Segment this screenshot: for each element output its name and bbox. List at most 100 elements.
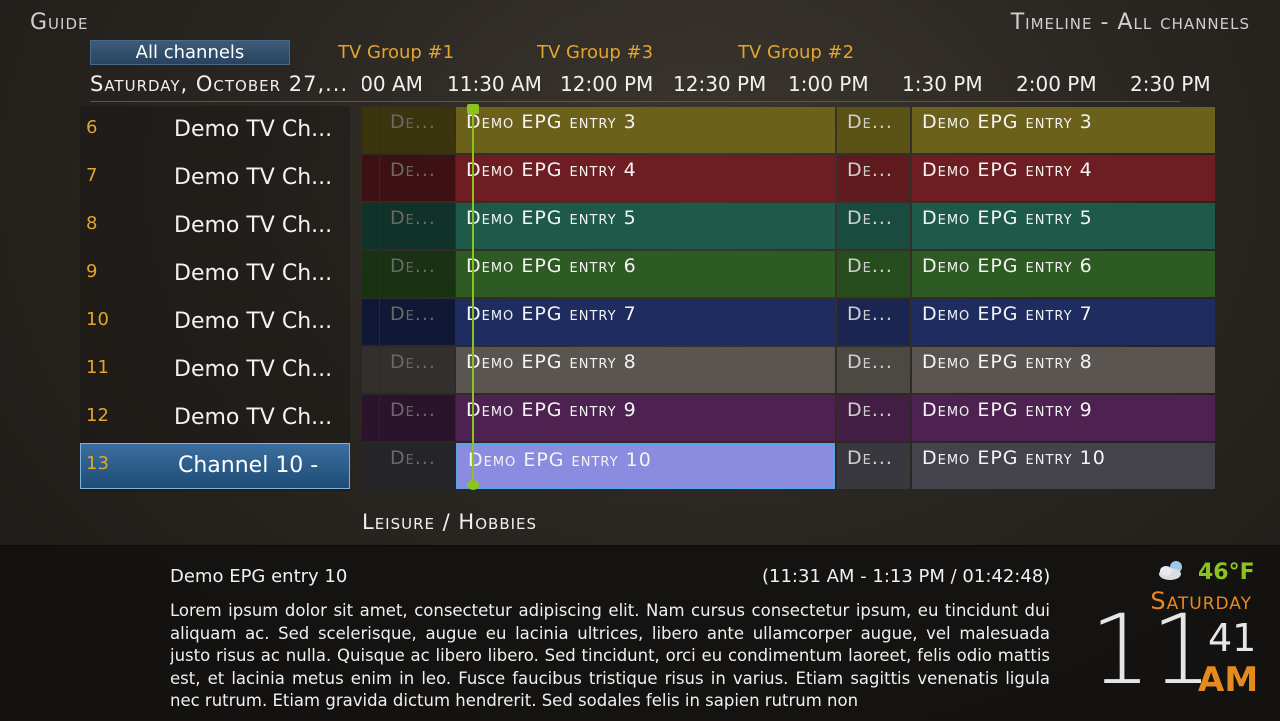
epg-row: De... Demo EPG entry 8 De... Demo EPG entry… xyxy=(362,347,1215,393)
epg-cell-title: De... xyxy=(847,111,893,133)
epg-cell[interactable] xyxy=(362,251,379,297)
channel-row[interactable]: 9 Demo TV Ch... xyxy=(80,251,350,297)
program-plot: Lorem ipsum dolor sit amet, consectetur … xyxy=(170,601,1050,710)
epg-cell[interactable]: De... xyxy=(380,107,455,153)
epg-cell[interactable]: De... xyxy=(837,443,910,489)
epg-cell-focused[interactable]: Demo EPG entry 10 xyxy=(456,443,835,489)
epg-cell-title: Demo EPG entry 3 xyxy=(922,111,1093,133)
channel-name: Demo TV Ch... xyxy=(174,117,333,142)
weather-temperature: 46°F xyxy=(1198,560,1255,585)
epg-cell-title: Demo EPG entry 7 xyxy=(466,303,637,325)
time-slot: 1:30 PM xyxy=(902,72,983,96)
time-slot: 2:00 PM xyxy=(1016,72,1097,96)
program-title: Demo EPG entry 10 xyxy=(170,566,348,587)
epg-cell[interactable]: De... xyxy=(380,203,455,249)
epg-cell-title: Demo EPG entry 5 xyxy=(466,207,637,229)
time-slot: 11:00 AM xyxy=(362,72,423,96)
group-label-2[interactable]: TV Group #2 xyxy=(738,42,854,63)
epg-cell-title: De... xyxy=(847,351,893,373)
group-label-1[interactable]: TV Group #1 xyxy=(338,42,454,63)
epg-cell[interactable]: Demo EPG entry 9 xyxy=(456,395,835,441)
guide-title: Guide xyxy=(30,10,89,35)
channel-name: Demo TV Ch... xyxy=(174,405,333,430)
channel-number: 8 xyxy=(86,213,98,234)
clock-ampm: AM xyxy=(1198,660,1259,700)
channel-row[interactable]: 11 Demo TV Ch... xyxy=(80,347,350,393)
epg-cell[interactable]: Demo EPG entry 6 xyxy=(456,251,835,297)
epg-cell[interactable] xyxy=(362,203,379,249)
epg-cell[interactable]: Demo EPG entry 9 xyxy=(912,395,1215,441)
epg-cell[interactable] xyxy=(362,107,379,153)
epg-cell-title: De... xyxy=(847,207,893,229)
epg-cell[interactable]: Demo EPG entry 7 xyxy=(912,299,1215,345)
epg-cell[interactable]: Demo EPG entry 4 xyxy=(456,155,835,201)
epg-cell[interactable]: Demo EPG entry 5 xyxy=(456,203,835,249)
epg-cell[interactable]: Demo EPG entry 8 xyxy=(456,347,835,393)
epg-cell-title: De... xyxy=(847,255,893,277)
channel-group-filter[interactable]: All channels xyxy=(90,40,290,65)
epg-cell[interactable]: De... xyxy=(380,395,455,441)
epg-row: De... Demo EPG entry 6 De... Demo EPG entry… xyxy=(362,251,1215,297)
channel-row[interactable]: 10 Demo TV Ch... xyxy=(80,299,350,345)
epg-cell-title: Demo EPG entry 5 xyxy=(922,207,1093,229)
epg-cell-title: De... xyxy=(847,303,893,325)
channel-name: Demo TV Ch... xyxy=(174,357,333,382)
epg-cell[interactable]: De... xyxy=(380,299,455,345)
epg-cell[interactable] xyxy=(362,443,379,489)
epg-cell-title: De... xyxy=(390,255,436,277)
channel-number: 9 xyxy=(86,261,98,282)
timeline-header: 11:00 AM 11:30 AM 12:00 PM 12:30 PM 1:00… xyxy=(362,72,1215,100)
clock-hour: 11 xyxy=(1090,594,1213,706)
epg-cell[interactable] xyxy=(362,347,379,393)
partly-cloudy-icon xyxy=(1159,561,1182,580)
epg-cell[interactable]: De... xyxy=(380,251,455,297)
epg-cell[interactable]: Demo EPG entry 10 xyxy=(912,443,1215,489)
epg-cell[interactable]: Demo EPG entry 3 xyxy=(912,107,1215,153)
epg-cell[interactable] xyxy=(362,395,379,441)
channel-row[interactable]: 6 Demo TV Ch... xyxy=(80,107,350,153)
epg-cell[interactable]: De... xyxy=(837,203,910,249)
epg-cell[interactable]: De... xyxy=(837,395,910,441)
epg-cell-title: Demo EPG entry 10 xyxy=(468,449,652,471)
epg-row: De... Demo EPG entry 7 De... Demo EPG entry… xyxy=(362,299,1215,345)
epg-cell[interactable]: Demo EPG entry 4 xyxy=(912,155,1215,201)
epg-cell-title: Demo EPG entry 8 xyxy=(922,351,1093,373)
current-time-line xyxy=(472,108,474,486)
epg-cell[interactable]: De... xyxy=(837,299,910,345)
epg-cell[interactable]: Demo EPG entry 8 xyxy=(912,347,1215,393)
time-slot: 12:30 PM xyxy=(673,72,767,96)
channel-number: 11 xyxy=(86,357,109,378)
channel-name: Demo TV Ch... xyxy=(174,309,333,334)
epg-cell[interactable]: De... xyxy=(380,155,455,201)
epg-cell[interactable]: Demo EPG entry 3 xyxy=(456,107,835,153)
epg-cell-title: De... xyxy=(390,447,436,469)
genre-label: Leisure / Hobbies xyxy=(362,510,538,534)
clock-minute: 41 xyxy=(1208,616,1257,660)
epg-cell-title: Demo EPG entry 8 xyxy=(466,351,637,373)
program-time: (11:31 AM - 1:13 PM / 01:42:48) xyxy=(762,566,1051,587)
epg-cell[interactable] xyxy=(362,299,379,345)
channel-row[interactable]: 8 Demo TV Ch... xyxy=(80,203,350,249)
epg-cell[interactable]: De... xyxy=(837,251,910,297)
epg-cell[interactable] xyxy=(362,155,379,201)
epg-cell[interactable]: Demo EPG entry 5 xyxy=(912,203,1215,249)
epg-cell[interactable]: De... xyxy=(837,155,910,201)
epg-cell-title: Demo EPG entry 9 xyxy=(922,399,1093,421)
epg-cell[interactable]: Demo EPG entry 6 xyxy=(912,251,1215,297)
epg-cell[interactable]: De... xyxy=(380,443,455,489)
channel-row-selected[interactable]: 13 Channel 10 - xyxy=(80,443,350,489)
epg-cell[interactable]: Demo EPG entry 7 xyxy=(456,299,835,345)
epg-cell[interactable]: De... xyxy=(837,107,910,153)
channel-row[interactable]: 12 Demo TV Ch... xyxy=(80,395,350,441)
epg-cell-title: De... xyxy=(390,351,436,373)
header-divider xyxy=(90,101,1180,102)
channel-name: Channel 10 - xyxy=(178,453,319,478)
epg-cell-title: De... xyxy=(390,159,436,181)
channel-row[interactable]: 7 Demo TV Ch... xyxy=(80,155,350,201)
group-label-3[interactable]: TV Group #3 xyxy=(537,42,653,63)
channel-number: 10 xyxy=(86,309,109,330)
epg-cell[interactable]: De... xyxy=(380,347,455,393)
channel-name: Demo TV Ch... xyxy=(174,213,333,238)
epg-cell-title: Demo EPG entry 6 xyxy=(466,255,637,277)
epg-cell[interactable]: De... xyxy=(837,347,910,393)
